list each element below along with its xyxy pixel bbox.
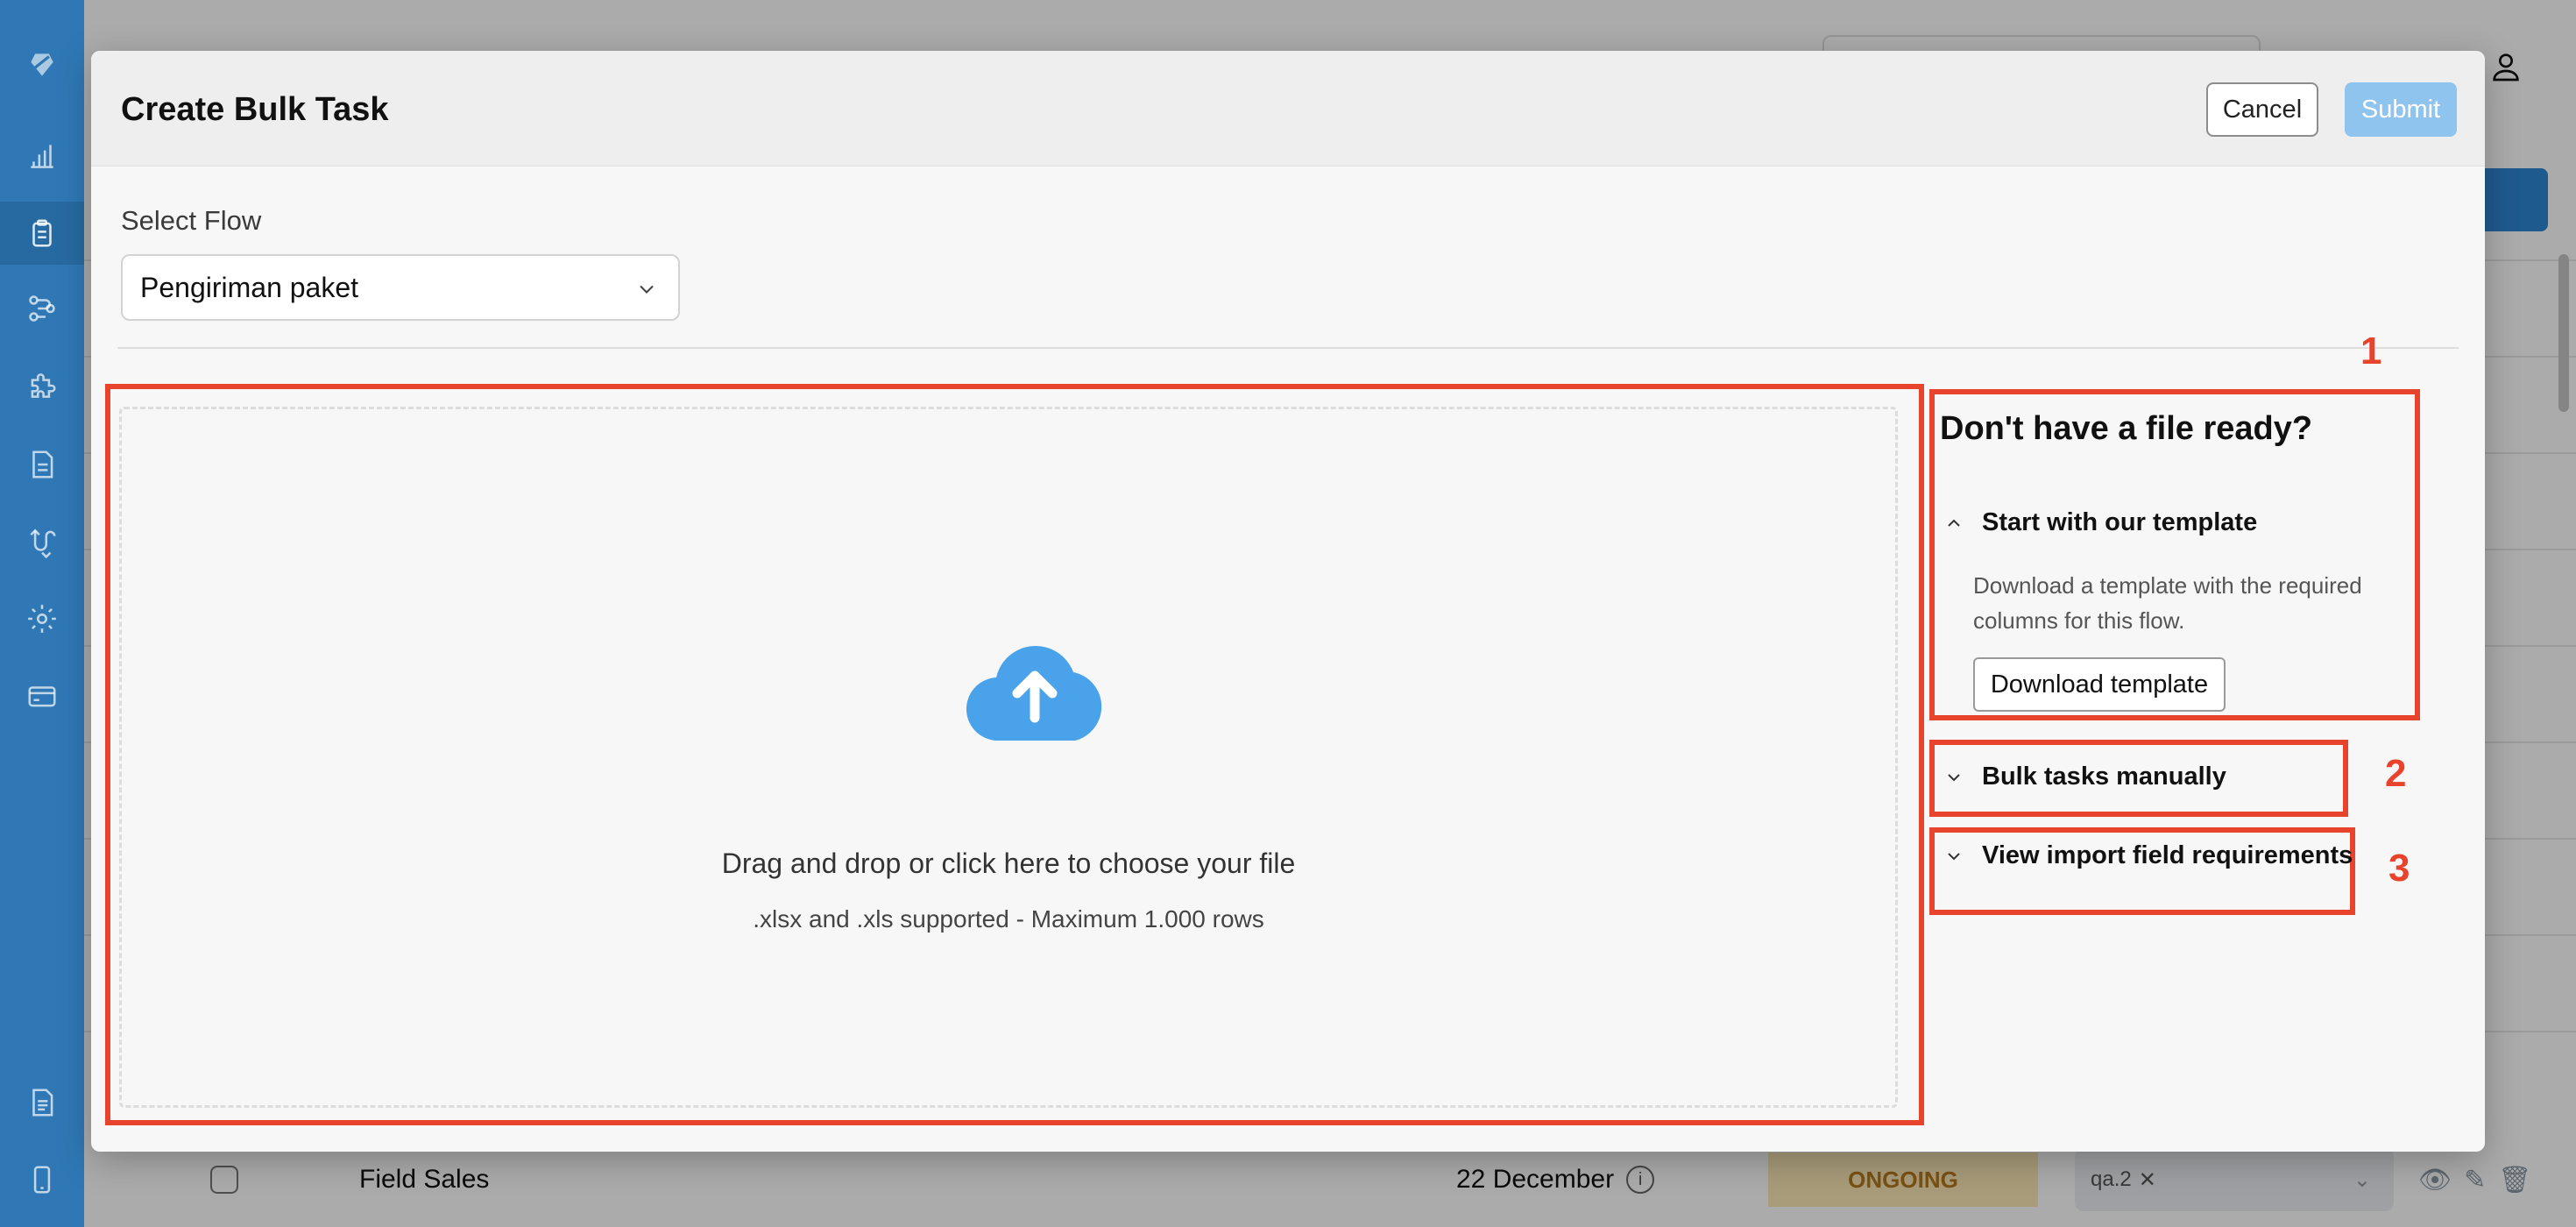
modal-title: Create Bulk Task: [121, 91, 389, 128]
flow-selected-value: Pengiriman paket: [140, 271, 359, 303]
modal-header: Create Bulk Task Cancel Submit: [91, 51, 2485, 167]
settings-icon[interactable]: [0, 587, 84, 650]
accordion-field-requirements-label: View import field requirements: [1982, 841, 2353, 869]
docs-icon[interactable]: [0, 1071, 84, 1134]
cloud-upload-icon: [966, 646, 1102, 741]
accordion-field-requirements[interactable]: View import field requirements: [1943, 841, 2353, 870]
chevron-down-icon: [1948, 852, 1960, 860]
annotation-number-2: 2: [2385, 752, 2407, 795]
billing-card-icon[interactable]: [0, 664, 84, 727]
template-description: Download a template with the required co…: [1973, 572, 2362, 634]
annotation-number-1: 1: [2360, 330, 2382, 372]
side-panel-title: Don't have a file ready?: [1940, 410, 2313, 447]
accordion-template[interactable]: Start with our template: [1943, 508, 2257, 537]
flow-icon[interactable]: [0, 277, 84, 340]
dropzone-subtitle: .xlsx and .xls supported - Maximum 1.000…: [753, 905, 1264, 933]
annotation-number-3: 3: [2388, 847, 2410, 890]
tasks-icon[interactable]: [0, 202, 84, 265]
sidebar: [0, 0, 84, 1227]
section-divider: [117, 347, 2459, 349]
accordion-template-label: Start with our template: [1982, 508, 2258, 536]
route-icon[interactable]: [0, 510, 84, 573]
analytics-icon[interactable]: [0, 124, 84, 188]
flow-select[interactable]: Pengiriman paket: [121, 254, 680, 321]
download-template-button[interactable]: Download template: [1973, 657, 2226, 712]
logo-icon[interactable]: [0, 33, 84, 96]
accordion-bulk-manual-label: Bulk tasks manually: [1982, 762, 2226, 791]
annotation-box-3: [1929, 827, 2355, 915]
flow-label: Select Flow: [121, 205, 262, 236]
puzzle-icon[interactable]: [0, 354, 84, 417]
submit-button[interactable]: Submit: [2345, 82, 2457, 137]
chevron-up-icon: [1948, 519, 1960, 527]
mobile-icon[interactable]: [0, 1148, 84, 1211]
dropzone-title: Drag and drop or click here to choose yo…: [721, 848, 1296, 879]
chevron-down-icon: [1948, 773, 1960, 781]
accordion-bulk-manual[interactable]: Bulk tasks manually: [1943, 762, 2226, 791]
create-bulk-task-modal: Create Bulk Task Cancel Submit Select Fl…: [91, 51, 2485, 1152]
chevron-down-icon: [640, 285, 654, 294]
cancel-button[interactable]: Cancel: [2206, 82, 2318, 137]
document-icon[interactable]: [0, 433, 84, 496]
file-dropzone[interactable]: Drag and drop or click here to choose yo…: [119, 407, 1898, 1108]
